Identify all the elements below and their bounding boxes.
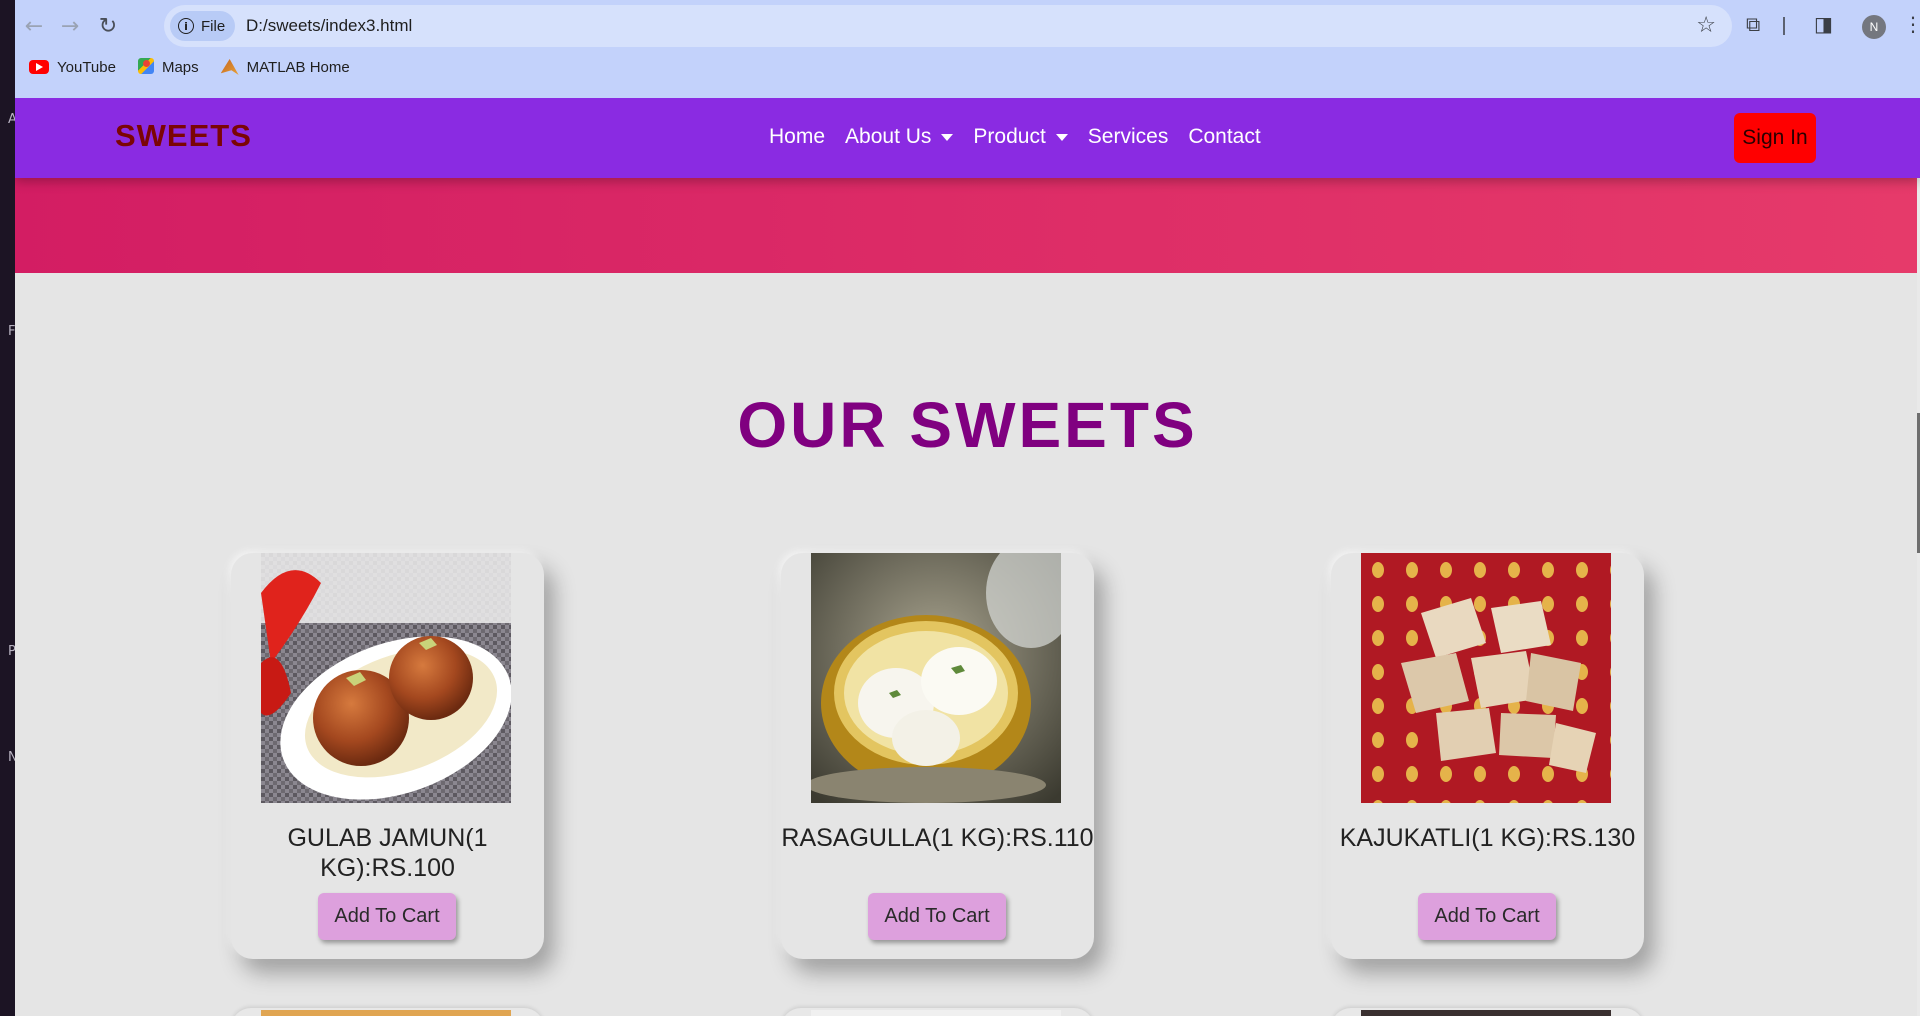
nav-menu: Home About Us Product Services Contact xyxy=(769,125,1261,149)
product-image xyxy=(261,1010,511,1016)
nav-label: Contact xyxy=(1188,125,1261,148)
bookmark-maps[interactable]: Maps xyxy=(137,58,199,76)
nav-about-us[interactable]: About Us xyxy=(845,125,954,149)
url-text[interactable]: D:/sweets/index3.html xyxy=(246,16,412,36)
nav-label: About Us xyxy=(845,125,932,148)
bookmark-label: YouTube xyxy=(57,58,116,76)
product-card xyxy=(1331,1008,1644,1016)
product-card: RASAGULLA(1 KG):RS.110 Add To Cart xyxy=(781,553,1094,959)
browser-window: ← → ↻ i File D:/sweets/index3.html ☆ ⧉ ◨… xyxy=(15,0,1920,1016)
address-bar[interactable]: i File D:/sweets/index3.html ☆ xyxy=(164,5,1732,47)
profile-avatar[interactable]: N xyxy=(1862,15,1886,39)
caret-down-icon xyxy=(1055,133,1068,141)
youtube-icon xyxy=(29,60,49,74)
product-card xyxy=(781,1008,1094,1016)
bookmark-label: MATLAB Home xyxy=(246,58,350,76)
web-page: SWEETS Home About Us Product Services Co… xyxy=(15,98,1920,1016)
info-icon: i xyxy=(178,18,194,34)
section-title: OUR SWEETS xyxy=(737,389,1198,461)
product-card xyxy=(231,1008,544,1016)
bookmark-label: Maps xyxy=(161,58,199,76)
nav-services[interactable]: Services xyxy=(1088,125,1169,149)
add-to-cart-button[interactable]: Add To Cart xyxy=(1418,893,1556,940)
desktop-edge: A F P N xyxy=(0,0,18,1016)
gulab-jamun-image xyxy=(261,553,511,803)
extensions-icon[interactable]: ⧉ xyxy=(1746,12,1760,36)
add-to-cart-button[interactable]: Add To Cart xyxy=(318,893,456,940)
nav-contact[interactable]: Contact xyxy=(1188,125,1260,149)
back-arrow-icon[interactable]: ← xyxy=(19,11,49,41)
matlab-icon xyxy=(220,59,239,75)
forward-arrow-icon[interactable]: → xyxy=(55,11,85,41)
toolbar-divider xyxy=(1783,17,1785,35)
site-navbar: SWEETS Home About Us Product Services Co… xyxy=(15,98,1920,178)
site-logo[interactable]: SWEETS xyxy=(115,118,252,154)
browser-toolbar: ← → ↻ i File D:/sweets/index3.html ☆ ⧉ ◨… xyxy=(15,0,1920,98)
site-info-label: File xyxy=(201,17,226,35)
add-to-cart-button[interactable]: Add To Cart xyxy=(868,893,1006,940)
rasagulla-image xyxy=(811,553,1061,803)
menu-kebab-icon[interactable]: ⋮ xyxy=(1903,12,1920,36)
bookmarks-bar: YouTube Maps MATLAB Home xyxy=(29,58,350,76)
product-card: KAJUKATLI(1 KG):RS.130 Add To Cart xyxy=(1331,553,1644,959)
nav-label: Home xyxy=(769,125,826,148)
maps-icon xyxy=(137,58,154,76)
kajukatli-image xyxy=(1361,553,1611,803)
nav-label: Services xyxy=(1087,125,1169,148)
product-image xyxy=(811,1010,1061,1016)
reload-icon[interactable]: ↻ xyxy=(93,11,123,41)
nav-home[interactable]: Home xyxy=(769,125,825,149)
product-name: GULAB JAMUN(1 KG):RS.100 xyxy=(287,824,488,882)
sign-in-button[interactable]: Sign In xyxy=(1734,113,1816,163)
caret-down-icon xyxy=(941,133,954,141)
product-card: GULAB JAMUN(1 KG):RS.100 Add To Cart xyxy=(231,553,544,959)
nav-product[interactable]: Product xyxy=(973,125,1068,149)
bookmark-star-icon[interactable]: ☆ xyxy=(1696,13,1716,38)
hero-banner xyxy=(15,178,1920,273)
bookmark-youtube[interactable]: YouTube xyxy=(29,58,116,76)
product-name: RASAGULLA(1 KG):RS.110 xyxy=(781,824,1094,852)
nav-label: Product xyxy=(973,125,1046,148)
site-info-chip[interactable]: i File xyxy=(170,11,236,41)
product-image xyxy=(1361,1010,1611,1016)
product-name: KAJUKATLI(1 KG):RS.130 xyxy=(1339,824,1636,852)
side-panel-icon[interactable]: ◨ xyxy=(1814,12,1833,36)
bookmark-matlab[interactable]: MATLAB Home xyxy=(220,58,350,76)
